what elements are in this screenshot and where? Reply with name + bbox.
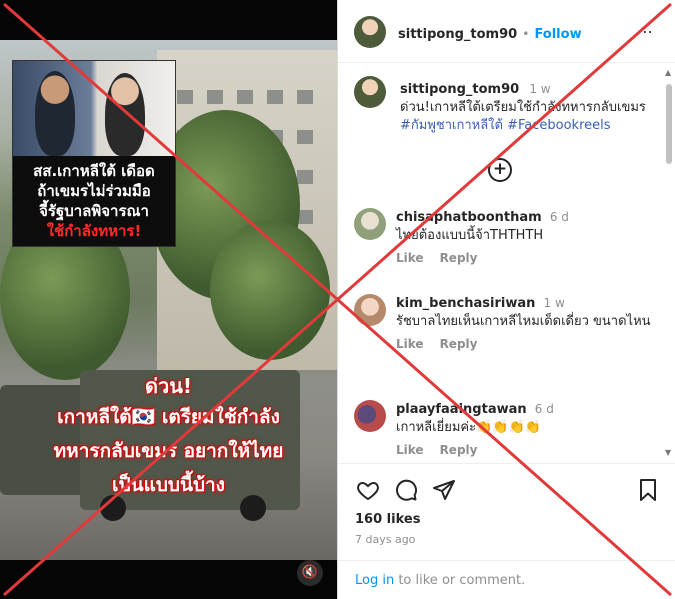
comment-time: 1 w xyxy=(543,296,565,310)
avatar[interactable] xyxy=(354,294,386,326)
divider xyxy=(338,560,675,561)
post-time: 7 days ago xyxy=(355,533,416,546)
inset-line-1: สส.เกาหลีใต้ เดือด xyxy=(33,162,155,180)
reel-video[interactable]: สส.เกาหลีใต้ เดือด ถ้าเขมรไม่ร่วมมือ จี้… xyxy=(0,40,337,560)
like-count[interactable]: 160 likes xyxy=(355,512,420,527)
like-button[interactable]: Like xyxy=(396,443,424,457)
comment-icon[interactable] xyxy=(394,478,418,502)
follow-button[interactable]: Follow xyxy=(534,27,581,42)
comment-username[interactable]: chisaphatboontham xyxy=(396,210,542,225)
comment-username[interactable]: kim_benchasiriwan xyxy=(396,296,535,311)
headline-line-3: ทหารกลับเขมร อยากให้ไทย xyxy=(53,440,284,462)
post-header: sittipong_tom90 • Follow ⋯ xyxy=(338,0,675,63)
scroll-down-arrow-icon[interactable]: ▼ xyxy=(665,448,671,457)
inset-line-2: ถ้าเขมรไม่ร่วมมือ xyxy=(37,182,151,200)
caption-username[interactable]: sittipong_tom90 xyxy=(400,82,519,97)
avatar[interactable] xyxy=(354,208,386,240)
scrollbar[interactable]: ▲ ▼ xyxy=(664,68,674,458)
reply-button[interactable]: Reply xyxy=(440,251,478,265)
comment-username[interactable]: plaayfaaingtawan xyxy=(396,402,527,417)
headline-line-4: เป็นแบบนี้บ้าง xyxy=(112,474,225,496)
bookmark-icon[interactable] xyxy=(636,478,660,502)
more-options-icon[interactable]: ⋯ xyxy=(637,22,654,41)
separator-dot: • xyxy=(522,27,530,41)
headline-line-1: ด่วน! xyxy=(144,374,192,398)
speaker-muted-icon[interactable]: 🔇 xyxy=(297,560,323,586)
comment-time: 6 d xyxy=(549,210,569,224)
reply-button[interactable]: Reply xyxy=(440,337,478,351)
author-username[interactable]: sittipong_tom90 xyxy=(398,27,517,42)
inset-line-4: ใช้กำลังทหาร! xyxy=(46,222,142,240)
like-button[interactable]: Like xyxy=(396,337,424,351)
comments-scroll-area[interactable]: sittipong_tom90 1 w ด่วน!เกาหลีใต้เตรียม… xyxy=(338,62,668,462)
comment-item: plaayfaaingtawan 6 d เกาหลีเยี่ยมค่ะ👏👏👏👏… xyxy=(354,400,664,460)
scrollbar-thumb[interactable] xyxy=(666,84,672,164)
post-panel: sittipong_tom90 • Follow ⋯ sittipong_tom… xyxy=(337,0,675,599)
share-icon[interactable] xyxy=(432,478,456,502)
login-prompt-text: to like or comment. xyxy=(394,573,526,588)
comment-text: เกาหลีเยี่ยมค่ะ👏👏👏👏 xyxy=(396,420,541,435)
reply-button[interactable]: Reply xyxy=(440,443,478,457)
plus-circle-icon[interactable]: + xyxy=(488,158,512,182)
action-bar xyxy=(354,478,664,504)
avatar[interactable] xyxy=(354,76,386,108)
divider xyxy=(338,463,675,464)
inset-line-3: จี้รัฐบาลพิจารณา xyxy=(39,202,149,220)
caption-text: ด่วน!เกาหลีใต้เตรียมใช้กำลังทหารกลับเขมร xyxy=(400,100,646,115)
tree xyxy=(210,220,330,360)
video-panel[interactable]: สส.เกาหลีใต้ เดือด ถ้าเขมรไม่ร่วมมือ จี้… xyxy=(0,0,337,599)
news-inset: สส.เกาหลีใต้ เดือด ถ้าเขมรไม่ร่วมมือ จี้… xyxy=(12,60,176,247)
comment-text: รัชบาลไทยเห็นเกาหลีไหมเด็ดเดี่ยว ขนาดไหน xyxy=(396,314,651,329)
heart-icon[interactable] xyxy=(356,478,380,502)
headline-line-2: เกาหลีใต้🇰🇷 เตรียมใช้กำลัง xyxy=(57,406,280,428)
comment-item: chisaphatboontham 6 d ไทยต้องแบบนี้จ้าTH… xyxy=(354,208,664,268)
caption-time: 1 w xyxy=(529,82,551,96)
caption-hashtags[interactable]: #กัมพูชาเกาหลีใต้ #Facebookreels xyxy=(400,118,611,133)
scroll-up-arrow-icon[interactable]: ▲ xyxy=(665,68,671,77)
avatar[interactable] xyxy=(354,400,386,432)
comment-text: ไทยต้องแบบนี้จ้าTHTHTH xyxy=(396,228,544,243)
avatar[interactable] xyxy=(354,16,386,48)
login-prompt: Log in to like or comment. xyxy=(355,573,525,588)
comment-item: kim_benchasiriwan 1 w รัชบาลไทยเห็นเกาหล… xyxy=(354,294,664,374)
login-link[interactable]: Log in xyxy=(355,573,394,588)
caption: sittipong_tom90 1 w ด่วน!เกาหลีใต้เตรียม… xyxy=(400,80,658,135)
comment-time: 6 d xyxy=(534,402,554,416)
inset-photo xyxy=(13,61,175,156)
like-button[interactable]: Like xyxy=(396,251,424,265)
